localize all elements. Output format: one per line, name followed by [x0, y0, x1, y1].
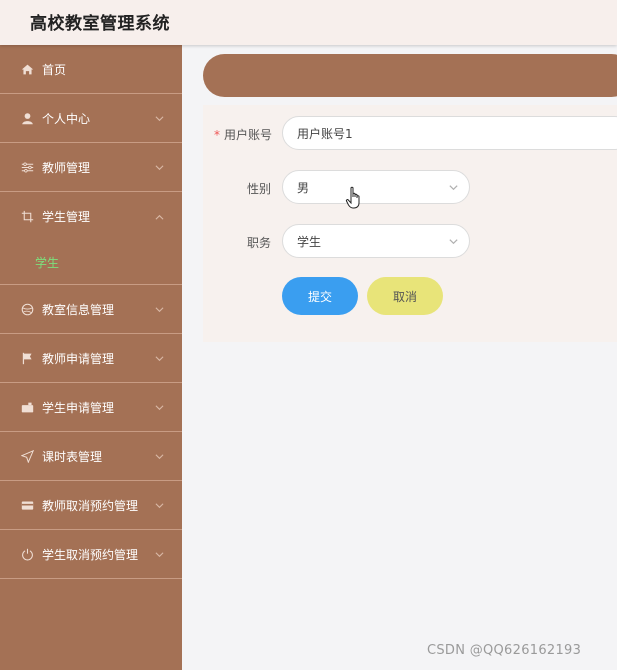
- ball-icon: [20, 302, 34, 316]
- sidebar-subitem-label: 学生: [35, 256, 60, 270]
- app-title: 高校教室管理系统: [30, 14, 170, 34]
- content-top-bar: [203, 54, 617, 97]
- sidebar-item-label: 教师管理: [42, 160, 91, 175]
- sidebar-item-student-cancel[interactable]: 学生取消预约管理: [0, 530, 182, 579]
- app-header: 高校教室管理系统: [0, 0, 617, 45]
- flag-icon: [20, 351, 34, 365]
- chevron-down-icon: [155, 112, 164, 122]
- role-label: 职务: [247, 236, 272, 250]
- sidebar-item-label: 个人中心: [42, 111, 91, 126]
- sidebar-item-label: 学生取消预约管理: [42, 547, 139, 562]
- power-icon: [20, 547, 34, 561]
- chevron-down-icon: [155, 450, 164, 460]
- chevron-down-icon: [155, 352, 164, 362]
- chevron-down-icon: [155, 303, 164, 313]
- watermark: CSDN @QQ626162193: [427, 643, 582, 658]
- user-icon: [20, 111, 34, 125]
- sidebar-item-teacher-cancel[interactable]: 教师取消预约管理: [0, 481, 182, 530]
- sidebar-item-schedule[interactable]: 课时表管理: [0, 432, 182, 481]
- sliders-icon: [20, 160, 34, 174]
- sidebar: 首页 个人中心 教师管理 学生管理 学生 教室信息管理 教师申请管理 学生申请管…: [0, 45, 182, 670]
- sidebar-item-teacher-management[interactable]: 教师管理: [0, 143, 182, 192]
- gender-select-value: 男: [297, 180, 310, 195]
- chevron-down-icon: [448, 182, 459, 193]
- send-icon: [20, 449, 34, 463]
- chevron-down-icon: [155, 161, 164, 171]
- home-icon: [20, 62, 34, 76]
- sidebar-item-label: 课时表管理: [42, 449, 103, 464]
- sidebar-item-teacher-application[interactable]: 教师申请管理: [0, 334, 182, 383]
- account-input-value: 用户账号1: [297, 126, 353, 141]
- account-label-text: 用户账号: [224, 128, 273, 142]
- account-label: * 用户账号: [214, 126, 272, 143]
- sidebar-subitem-student[interactable]: 学生: [0, 241, 182, 285]
- sidebar-item-label: 学生管理: [42, 210, 91, 224]
- required-marker: *: [214, 128, 220, 142]
- gender-select[interactable]: 男: [282, 170, 470, 204]
- hand-cursor-icon: [345, 186, 363, 210]
- card-icon: [20, 498, 34, 512]
- chevron-down-icon: [448, 236, 459, 247]
- sidebar-item-label: 教师申请管理: [42, 351, 115, 366]
- camera-icon: [20, 400, 34, 414]
- gender-label: 性别: [247, 182, 272, 196]
- submit-button[interactable]: 提交: [282, 277, 358, 315]
- chevron-up-icon: [155, 211, 164, 220]
- chevron-down-icon: [155, 401, 164, 411]
- sidebar-item-label: 学生申请管理: [42, 400, 115, 415]
- role-select-value: 学生: [297, 234, 322, 249]
- role-select[interactable]: 学生: [282, 224, 470, 258]
- sidebar-item-label: 首页: [42, 62, 67, 77]
- sidebar-item-student-application[interactable]: 学生申请管理: [0, 383, 182, 432]
- cancel-button[interactable]: 取消: [367, 277, 443, 315]
- sidebar-item-label: 教室信息管理: [42, 302, 115, 317]
- chevron-down-icon: [155, 548, 164, 558]
- sidebar-item-classroom-info[interactable]: 教室信息管理: [0, 285, 182, 334]
- crop-icon: [20, 210, 34, 224]
- sidebar-item-personal-center[interactable]: 个人中心: [0, 94, 182, 143]
- chevron-down-icon: [155, 499, 164, 509]
- account-input[interactable]: 用户账号1: [282, 116, 617, 150]
- sidebar-item-label: 教师取消预约管理: [42, 498, 139, 513]
- sidebar-item-student-management[interactable]: 学生管理: [0, 192, 182, 241]
- sidebar-item-home[interactable]: 首页: [0, 45, 182, 94]
